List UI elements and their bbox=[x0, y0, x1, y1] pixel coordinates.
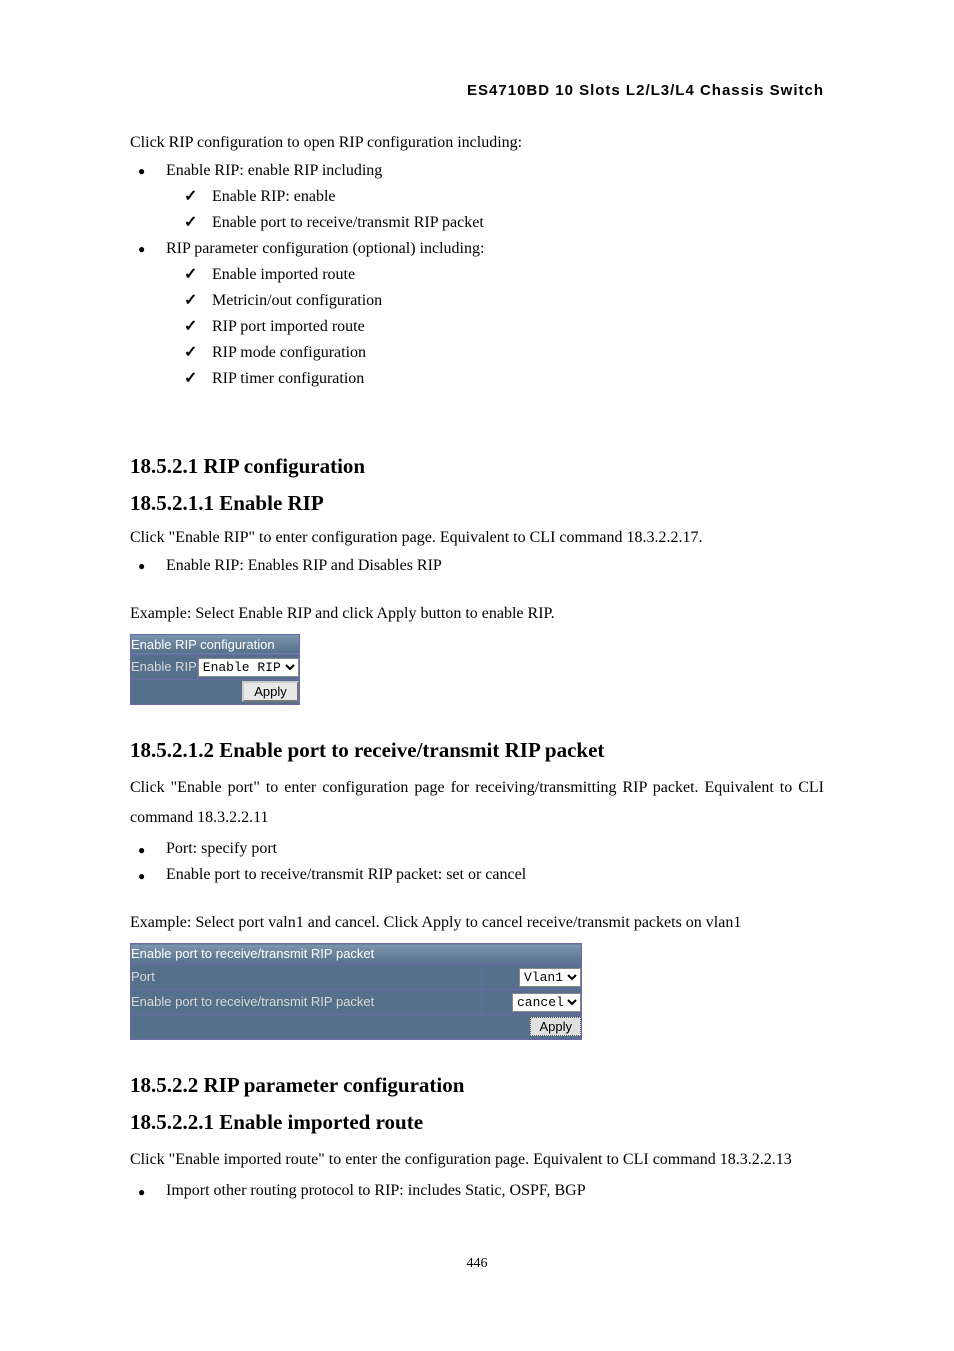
apply-button[interactable]: Apply bbox=[242, 681, 299, 702]
enable-port-select[interactable]: cancel bbox=[512, 993, 581, 1012]
list-item: Import other routing protocol to RIP: in… bbox=[166, 1179, 824, 1203]
page-number: 446 bbox=[130, 1253, 824, 1274]
list-item-text: RIP mode configuration bbox=[212, 344, 366, 361]
port-select[interactable]: Vlan1 bbox=[519, 968, 581, 987]
form-label-enable-port: Enable port to receive/transmit RIP pack… bbox=[131, 989, 482, 1014]
sub-list: Enable imported route Metricin/out confi… bbox=[166, 263, 824, 391]
form-apply-row: Apply bbox=[131, 1014, 582, 1039]
heading-rip-configuration: 18.5.2.1 RIP configuration bbox=[130, 451, 824, 483]
list-item: RIP mode configuration bbox=[212, 341, 824, 365]
heading-enable-imported-route: 18.5.2.2.1 Enable imported route bbox=[130, 1107, 824, 1139]
list-item-text: Enable imported route bbox=[212, 266, 355, 283]
list-item: Enable port to receive/transmit RIP pack… bbox=[212, 211, 824, 235]
page-header-title: ES4710BD 10 Slots L2/L3/L4 Chassis Switc… bbox=[130, 80, 824, 103]
list-item-text: RIP port imported route bbox=[212, 318, 365, 335]
form-label-port: Port bbox=[131, 964, 482, 989]
list-item-text: Import other routing protocol to RIP: in… bbox=[166, 1182, 586, 1199]
list-item-text: Enable RIP: enable RIP including bbox=[166, 162, 382, 179]
import-list: Import other routing protocol to RIP: in… bbox=[130, 1179, 824, 1203]
list-item: RIP parameter configuration (optional) i… bbox=[166, 237, 824, 391]
heading-rip-parameter: 18.5.2.2 RIP parameter configuration bbox=[130, 1070, 824, 1102]
list-item: Enable port to receive/transmit RIP pack… bbox=[166, 863, 824, 887]
enable-rip-list: Enable RIP: Enables RIP and Disables RIP bbox=[130, 554, 824, 578]
main-list: Enable RIP: enable RIP including Enable … bbox=[130, 159, 824, 391]
list-item: Enable RIP: enable RIP including Enable … bbox=[166, 159, 824, 235]
list-item: RIP port imported route bbox=[212, 315, 824, 339]
apply-button[interactable]: Apply bbox=[530, 1017, 581, 1036]
enable-rip-form: Enable RIP configuration Enable RIP Enab… bbox=[130, 634, 300, 706]
enable-rip-example: Example: Select Enable RIP and click App… bbox=[130, 602, 824, 626]
form-apply-row: Apply bbox=[131, 680, 300, 705]
list-item: RIP timer configuration bbox=[212, 367, 824, 391]
intro-paragraph: Click RIP configuration to open RIP conf… bbox=[130, 131, 824, 155]
enable-port-form: Enable port to receive/transmit RIP pack… bbox=[130, 943, 582, 1040]
list-item-text: Port: specify port bbox=[166, 840, 277, 857]
list-item: Enable RIP: Enables RIP and Disables RIP bbox=[166, 554, 824, 578]
paragraph-enable-port: Click "Enable port" to enter configurati… bbox=[130, 773, 824, 834]
form-input-cell: cancel bbox=[481, 989, 581, 1014]
form-label-enable-rip: Enable RIP bbox=[131, 655, 198, 680]
list-item-text: Enable RIP: Enables RIP and Disables RIP bbox=[166, 557, 442, 574]
list-item: Metricin/out configuration bbox=[212, 289, 824, 313]
list-item-text: RIP timer configuration bbox=[212, 370, 364, 387]
list-item-text: RIP parameter configuration (optional) i… bbox=[166, 240, 484, 257]
enable-rip-select[interactable]: Enable RIP bbox=[198, 658, 299, 677]
list-item: Enable RIP: enable bbox=[212, 185, 824, 209]
list-item-text: Enable port to receive/transmit RIP pack… bbox=[166, 866, 526, 883]
list-item-text: Enable RIP: enable bbox=[212, 188, 336, 205]
heading-enable-rip: 18.5.2.1.1 Enable RIP bbox=[130, 488, 824, 520]
list-item-text: Enable port to receive/transmit RIP pack… bbox=[212, 214, 484, 231]
form-header: Enable RIP configuration bbox=[131, 634, 300, 655]
paragraph-imported-route: Click "Enable imported route" to enter t… bbox=[130, 1145, 824, 1175]
enable-port-example: Example: Select port valn1 and cancel. C… bbox=[130, 911, 824, 935]
enable-port-list: Port: specify port Enable port to receiv… bbox=[130, 837, 824, 887]
form-input-cell: Vlan1 bbox=[481, 964, 581, 989]
form-input-cell: Enable RIP bbox=[197, 655, 299, 680]
list-item: Enable imported route bbox=[212, 263, 824, 287]
heading-enable-port: 18.5.2.1.2 Enable port to receive/transm… bbox=[130, 735, 824, 767]
paragraph-enable-rip: Click "Enable RIP" to enter configuratio… bbox=[130, 526, 824, 550]
list-item: Port: specify port bbox=[166, 837, 824, 861]
list-item-text: Metricin/out configuration bbox=[212, 292, 382, 309]
form-header: Enable port to receive/transmit RIP pack… bbox=[131, 944, 582, 965]
sub-list: Enable RIP: enable Enable port to receiv… bbox=[166, 185, 824, 235]
